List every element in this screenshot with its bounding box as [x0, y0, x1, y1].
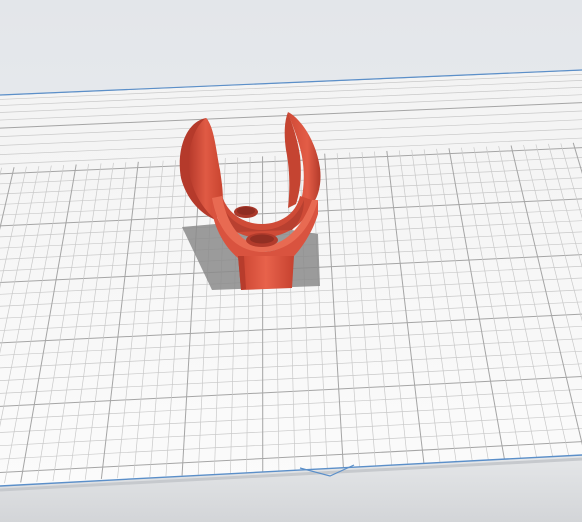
model-neck-hole-inner: [250, 234, 274, 244]
model-top-hole-inner: [237, 207, 255, 215]
model-stem: [238, 256, 294, 290]
3d-viewport[interactable]: [0, 0, 582, 522]
build-plate-scene[interactable]: [0, 0, 582, 522]
